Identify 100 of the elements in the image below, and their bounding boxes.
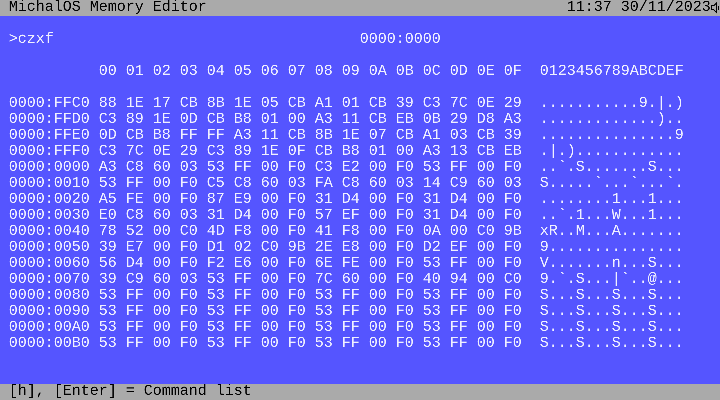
hex-byte[interactable]: F0	[396, 159, 414, 176]
hex-byte[interactable]: 1E	[126, 95, 144, 112]
hex-byte[interactable]: 00	[261, 207, 280, 224]
hex-byte[interactable]: A1	[423, 127, 442, 144]
hex-byte[interactable]: 53	[315, 319, 334, 336]
hex-byte[interactable]: F0	[288, 255, 306, 272]
hex-byte[interactable]: 00	[261, 191, 280, 208]
hex-byte[interactable]: CB	[369, 111, 388, 128]
command-input[interactable]: >czxf	[9, 32, 360, 48]
hex-byte[interactable]: 00	[261, 303, 280, 320]
hex-byte[interactable]: E0	[99, 207, 118, 224]
hex-byte[interactable]: FF	[450, 255, 468, 272]
hex-byte[interactable]: 1E	[234, 95, 252, 112]
hex-byte[interactable]: E9	[234, 191, 252, 208]
hex-byte[interactable]: D4	[126, 255, 144, 272]
hex-byte[interactable]: 39	[99, 271, 118, 288]
hex-byte[interactable]: 53	[207, 303, 226, 320]
hex-byte[interactable]: A3	[423, 143, 442, 160]
hex-byte[interactable]: 1E	[261, 143, 280, 160]
hex-byte[interactable]: FF	[234, 303, 252, 320]
hex-byte[interactable]: C3	[207, 143, 226, 160]
hex-byte[interactable]: 31	[423, 191, 442, 208]
hex-byte[interactable]: 00	[369, 159, 388, 176]
hex-byte[interactable]: A3	[315, 111, 334, 128]
hex-byte[interactable]: 60	[369, 175, 388, 192]
hex-byte[interactable]: 56	[99, 255, 118, 272]
hex-byte[interactable]: FF	[126, 319, 144, 336]
hex-byte[interactable]: 1E	[342, 127, 360, 144]
hex-byte[interactable]: CB	[396, 127, 414, 144]
hex-byte[interactable]: 03	[180, 159, 198, 176]
hex-byte[interactable]: EB	[504, 143, 522, 160]
hex-byte[interactable]: FF	[342, 335, 360, 352]
hex-byte[interactable]: F0	[180, 303, 198, 320]
hex-byte[interactable]: 2E	[315, 239, 334, 256]
hex-byte[interactable]: F0	[504, 191, 522, 208]
hex-byte[interactable]: D8	[477, 111, 496, 128]
hex-byte[interactable]: 00	[477, 207, 496, 224]
hex-byte[interactable]: B8	[234, 111, 252, 128]
hex-byte[interactable]: F0	[396, 223, 414, 240]
hex-byte[interactable]: 31	[207, 207, 226, 224]
hex-byte[interactable]: F0	[504, 303, 522, 320]
hex-byte[interactable]: A3	[504, 111, 522, 128]
hex-byte[interactable]: F0	[504, 239, 522, 256]
hex-byte[interactable]: FF	[126, 335, 144, 352]
hex-byte[interactable]: F0	[396, 287, 414, 304]
hex-byte[interactable]: 60	[153, 207, 172, 224]
hex-byte[interactable]: 03	[288, 175, 306, 192]
hex-byte[interactable]: FF	[126, 175, 144, 192]
hex-byte[interactable]: CB	[180, 95, 198, 112]
hex-byte[interactable]: 00	[153, 303, 172, 320]
hex-byte[interactable]: 88	[99, 95, 118, 112]
hex-byte[interactable]: FF	[234, 271, 252, 288]
hex-byte[interactable]: 53	[99, 303, 118, 320]
hex-byte[interactable]: 00	[369, 319, 388, 336]
hex-byte[interactable]: 01	[369, 143, 388, 160]
hex-byte[interactable]: 53	[99, 319, 118, 336]
hex-byte[interactable]: 39	[396, 95, 414, 112]
hex-byte[interactable]: 00	[153, 319, 172, 336]
hex-byte[interactable]: 00	[477, 159, 496, 176]
hex-byte[interactable]: CB	[207, 111, 226, 128]
hex-byte[interactable]: 00	[261, 319, 280, 336]
hex-byte[interactable]: 53	[99, 335, 118, 352]
hex-byte[interactable]: CB	[288, 127, 306, 144]
hex-byte[interactable]: 0F	[288, 143, 306, 160]
hex-byte[interactable]: 53	[423, 287, 442, 304]
hex-byte[interactable]: EF	[342, 207, 360, 224]
hex-byte[interactable]: F0	[396, 303, 414, 320]
hex-byte[interactable]: F2	[207, 255, 226, 272]
hex-byte[interactable]: 00	[477, 191, 496, 208]
hex-byte[interactable]: E6	[234, 255, 252, 272]
hex-byte[interactable]: F0	[396, 319, 414, 336]
hex-byte[interactable]: FF	[450, 335, 468, 352]
hex-byte[interactable]: 00	[153, 239, 172, 256]
hex-byte[interactable]: F0	[288, 191, 306, 208]
hex-byte[interactable]: A5	[99, 191, 118, 208]
hex-byte[interactable]: FA	[315, 175, 334, 192]
hex-byte[interactable]: 87	[207, 191, 226, 208]
hex-byte[interactable]: C9	[126, 271, 144, 288]
hex-byte[interactable]: 13	[450, 143, 468, 160]
hex-byte[interactable]: 53	[315, 335, 334, 352]
hex-byte[interactable]: 40	[423, 271, 442, 288]
hex-byte[interactable]: 53	[99, 175, 118, 192]
hex-byte[interactable]: 00	[153, 335, 172, 352]
hex-byte[interactable]: 00	[477, 271, 496, 288]
hex-byte[interactable]: FF	[207, 127, 226, 144]
hex-byte[interactable]: 00	[477, 335, 496, 352]
hex-byte[interactable]: 89	[126, 111, 144, 128]
hex-byte[interactable]: CB	[315, 143, 334, 160]
hex-byte[interactable]: B8	[342, 143, 360, 160]
hex-byte[interactable]: 0D	[99, 127, 118, 144]
hex-byte[interactable]: CB	[477, 143, 496, 160]
hex-byte[interactable]: 00	[369, 303, 388, 320]
hex-byte[interactable]: F8	[234, 223, 252, 240]
hex-byte[interactable]: 53	[99, 287, 118, 304]
hex-byte[interactable]: 00	[288, 111, 306, 128]
hex-byte[interactable]: C3	[99, 143, 118, 160]
hex-byte[interactable]: 00	[369, 239, 388, 256]
hex-byte[interactable]: C0	[477, 223, 496, 240]
hex-byte[interactable]: 0E	[153, 143, 172, 160]
hex-byte[interactable]: F0	[288, 287, 306, 304]
